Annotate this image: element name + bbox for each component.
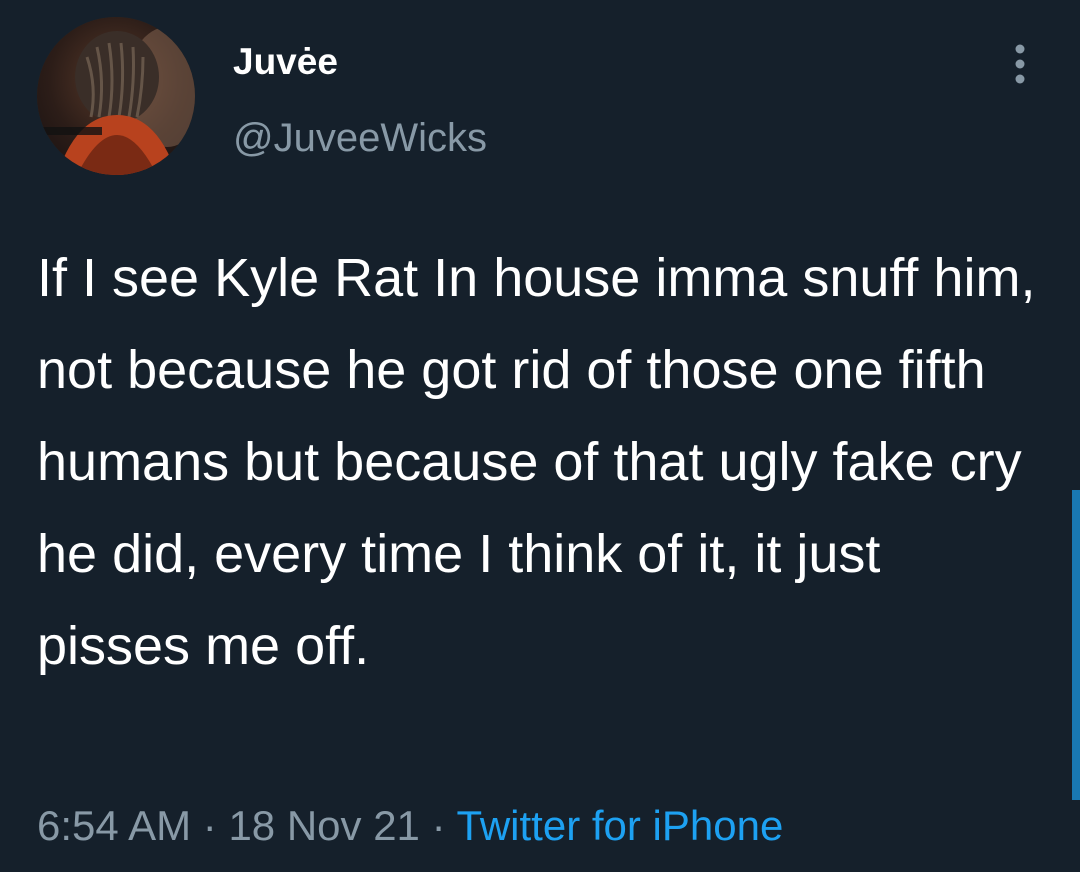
more-options-button[interactable]: [1002, 40, 1038, 88]
tweet-metadata: 6:54 AM · 18 Nov 21 · Twitter for iPhone: [37, 800, 783, 852]
display-name[interactable]: Juvėe: [233, 40, 338, 84]
tweet-text: If I see Kyle Rat In house imma snuff hi…: [37, 248, 1036, 676]
avatar-image: [37, 17, 195, 175]
tweet-card: Juvėe @JuveeWicks If I see Kyle Rat In h…: [0, 0, 1080, 872]
avatar[interactable]: [37, 17, 195, 175]
user-handle[interactable]: @JuveeWicks: [233, 114, 487, 162]
more-vertical-icon: [1015, 44, 1025, 84]
tweet-source-link[interactable]: Twitter for iPhone: [457, 802, 784, 849]
scrollbar[interactable]: [1072, 490, 1080, 800]
tweet-date[interactable]: 18 Nov 21: [228, 802, 419, 849]
tweet-time[interactable]: 6:54 AM: [37, 802, 191, 849]
meta-separator: ·: [202, 802, 217, 849]
meta-separator: ·: [431, 802, 446, 849]
